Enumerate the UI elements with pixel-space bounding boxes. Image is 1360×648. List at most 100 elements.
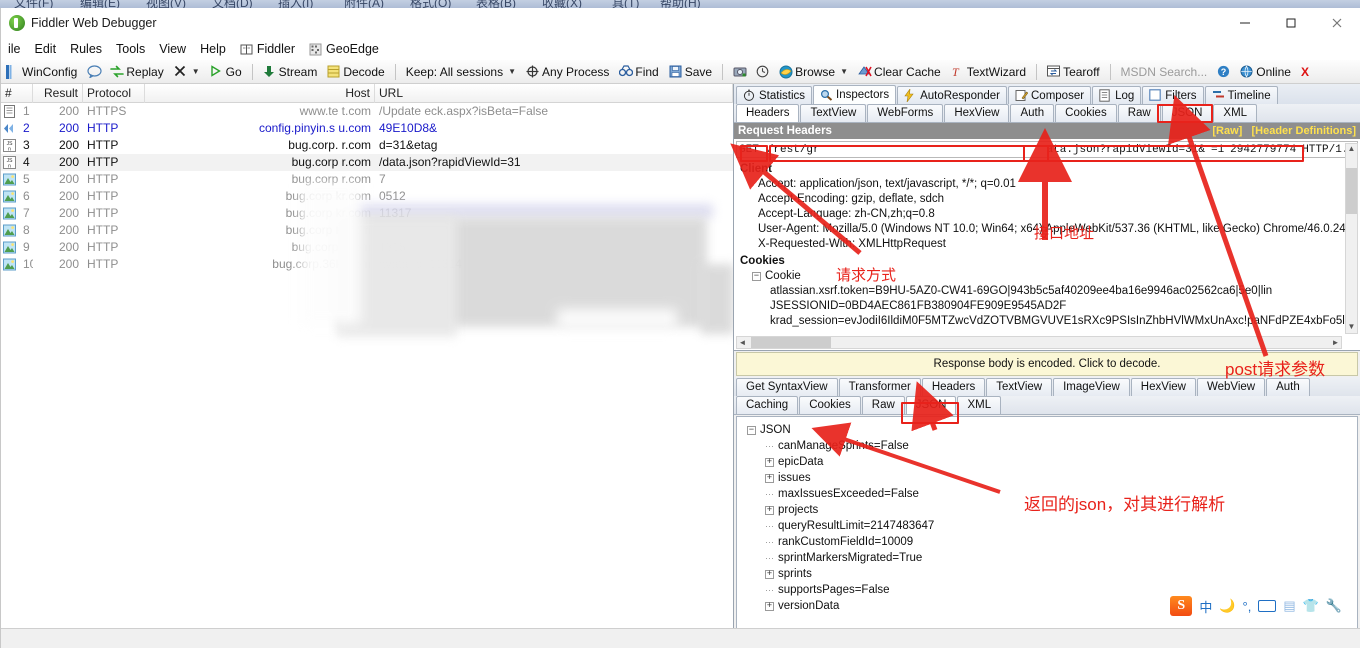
menu-view[interactable]: View (152, 40, 193, 58)
col-header-num[interactable]: # (1, 84, 33, 103)
expand-icon[interactable]: + (765, 473, 774, 483)
response-tab-json[interactable]: JSON (905, 396, 957, 414)
tab-composer[interactable]: Composer (1008, 86, 1092, 104)
replay-button[interactable]: Replay (105, 61, 168, 83)
expand-icon[interactable]: + (765, 569, 774, 579)
response-tab-textview[interactable]: TextView (986, 378, 1053, 396)
close-button[interactable] (1314, 8, 1360, 38)
response-tab-imageview[interactable]: ImageView (1053, 378, 1130, 396)
tab-autoresponder[interactable]: AutoResponder (897, 86, 1007, 104)
col-header-result[interactable]: Result (33, 84, 83, 103)
request-tab-auth[interactable]: Auth (1010, 104, 1055, 122)
scroll-up-icon[interactable]: ▲ (1346, 144, 1357, 155)
response-tab-caching[interactable]: Caching (736, 396, 799, 414)
menu-rules[interactable]: Rules (63, 40, 109, 58)
tab-log[interactable]: Log (1092, 86, 1142, 104)
response-decode-notice[interactable]: Response body is encoded. Click to decod… (736, 352, 1358, 376)
collapse-icon[interactable]: − (752, 272, 761, 281)
collapse-icon[interactable]: − (747, 425, 756, 435)
response-tab-headers[interactable]: Headers (921, 378, 986, 396)
remove-button[interactable]: ▼ (169, 61, 205, 83)
json-tree-node[interactable]: + issues (741, 470, 1353, 486)
keyboard-icon[interactable] (1258, 600, 1277, 612)
json-tree-node[interactable]: + projects (741, 502, 1353, 518)
table-row[interactable]: 10 200 HTTP bug.corp.36kr.com avatarId=1131… (1, 256, 733, 273)
tearoff-button[interactable]: Tearoff (1042, 61, 1104, 83)
tab-inspectors[interactable]: Inspectors (813, 85, 897, 104)
tab-statistics[interactable]: Statistics (736, 86, 813, 104)
response-tab-hexview[interactable]: HexView (1130, 378, 1196, 396)
toolbar-close-button[interactable]: X (1296, 61, 1314, 83)
find-button[interactable]: Find (614, 61, 663, 83)
response-tab-webview[interactable]: WebView (1196, 378, 1266, 396)
browse-caret-icon[interactable]: ▼ (840, 67, 848, 76)
json-tree-node[interactable]: + sprints (741, 566, 1353, 582)
json-tree-node[interactable]: ⋯ queryResultLimit=2147483647 (741, 518, 1353, 534)
request-tab-json[interactable]: JSON (1161, 104, 1213, 122)
expand-icon[interactable]: + (765, 457, 774, 467)
scroll-right-icon[interactable]: ► (1330, 337, 1341, 348)
response-tab-get-syntaxview[interactable]: Get SyntaxView (736, 378, 838, 396)
scroll-left-icon[interactable]: ◄ (737, 337, 748, 348)
json-tree-node[interactable]: ⋯ rankCustomFieldId=10009 (741, 534, 1353, 550)
table-row[interactable]: JS n 3 200 HTTP bug.corp. r.com d=31&etag (1, 137, 733, 154)
table-row[interactable]: 2 200 HTTP config.pinyin.s u.com 49E10D8& (1, 120, 733, 137)
response-tab-cookies[interactable]: Cookies (799, 396, 861, 414)
json-tree-node[interactable]: + epicData (741, 454, 1353, 470)
header-definitions-link[interactable]: [Header Definitions] (1251, 125, 1356, 137)
col-header-url[interactable]: URL (375, 84, 733, 103)
request-headers-vscrollbar[interactable]: ▲ ▼ (1345, 143, 1358, 334)
screenshot-button[interactable] (728, 61, 751, 83)
request-tab-cookies[interactable]: Cookies (1055, 104, 1117, 122)
winconfig-button[interactable]: WinConfig (1, 61, 82, 83)
response-tab-auth[interactable]: Auth (1266, 378, 1310, 396)
response-tab-xml[interactable]: XML (957, 396, 1002, 414)
request-tab-xml[interactable]: XML (1213, 104, 1258, 122)
response-tab-transformer[interactable]: Transformer (838, 378, 921, 396)
request-headers-hscrollbar[interactable]: ◄ ► (736, 336, 1342, 349)
skin-icon[interactable]: 👕 (1303, 598, 1319, 614)
toolbox-icon[interactable]: ▤ (1283, 598, 1295, 614)
save-button[interactable]: Save (664, 61, 717, 83)
col-header-host[interactable]: Host (145, 84, 375, 103)
json-tree-node[interactable]: ⋯ sprintMarkersMigrated=True (741, 550, 1353, 566)
hscroll-thumb[interactable] (751, 337, 831, 348)
table-row[interactable]: 9 200 HTTP bug.corp. .com 1318 (1, 239, 733, 256)
table-row[interactable]: 6 200 HTTP bug.corp kr.com 0512 (1, 188, 733, 205)
request-tab-headers[interactable]: Headers (736, 104, 800, 122)
wrench-icon[interactable]: 🔧 (1326, 598, 1342, 614)
textwizard-button[interactable]: T TextWizard (946, 61, 1031, 83)
menu-fiddler[interactable]: Fiddler (233, 40, 302, 58)
json-tree-node[interactable]: ⋯ canManageSprints=False (741, 438, 1353, 454)
menu-tools[interactable]: Tools (109, 40, 152, 58)
request-tab-textview[interactable]: TextView (800, 104, 867, 122)
request-tab-hexview[interactable]: HexView (944, 104, 1010, 122)
keep-sessions-dropdown[interactable]: Keep: All sessions ▼ (401, 61, 521, 83)
decode-button[interactable]: Decode (322, 61, 389, 83)
cookie-node[interactable]: − Cookie (740, 269, 1354, 284)
col-header-protocol[interactable]: Protocol (83, 84, 145, 103)
ime-mode-toggle[interactable]: 中 (1199, 597, 1212, 616)
sogou-logo-icon[interactable]: S (1170, 596, 1193, 616)
maximize-button[interactable] (1268, 8, 1314, 38)
table-row[interactable]: 5 200 HTTP bug.corp r.com 7 (1, 171, 733, 188)
response-tab-raw[interactable]: Raw (861, 396, 905, 414)
punctuation-toggle[interactable]: °, (1243, 599, 1252, 614)
ime-toolbar[interactable]: S 中 🌙 °, ▤ 👕 🔧 (1166, 594, 1346, 618)
table-row[interactable]: 7 200 HTTP bug.corp kr.com 11317 (1, 205, 733, 222)
request-tab-webforms[interactable]: WebForms (867, 104, 944, 122)
scroll-down-icon[interactable]: ▼ (1346, 322, 1357, 333)
table-row[interactable]: JS n 4 200 HTTP bug.corp r.com /data.json?rap… (1, 154, 733, 171)
table-row[interactable]: 1 200 HTTPS www.te t.com/Update eck.aspx?is… (1, 103, 733, 120)
moon-icon[interactable]: 🌙 (1219, 598, 1235, 614)
comment-button[interactable] (82, 61, 105, 83)
menu-geoedge[interactable]: GeoEdge (302, 40, 386, 58)
json-tree-node[interactable]: ⋯ maxIssuesExceeded=False (741, 486, 1353, 502)
msdn-search-field[interactable]: MSDN Search... (1116, 61, 1213, 83)
any-process-button[interactable]: Any Process (521, 61, 614, 83)
go-button[interactable]: Go (205, 61, 247, 83)
menu-edit[interactable]: Edit (28, 40, 64, 58)
clear-cache-button[interactable]: Clear Cache (853, 61, 946, 83)
remove-caret-icon[interactable]: ▼ (192, 67, 200, 76)
chevron-down-icon[interactable]: ▼ (508, 67, 516, 76)
